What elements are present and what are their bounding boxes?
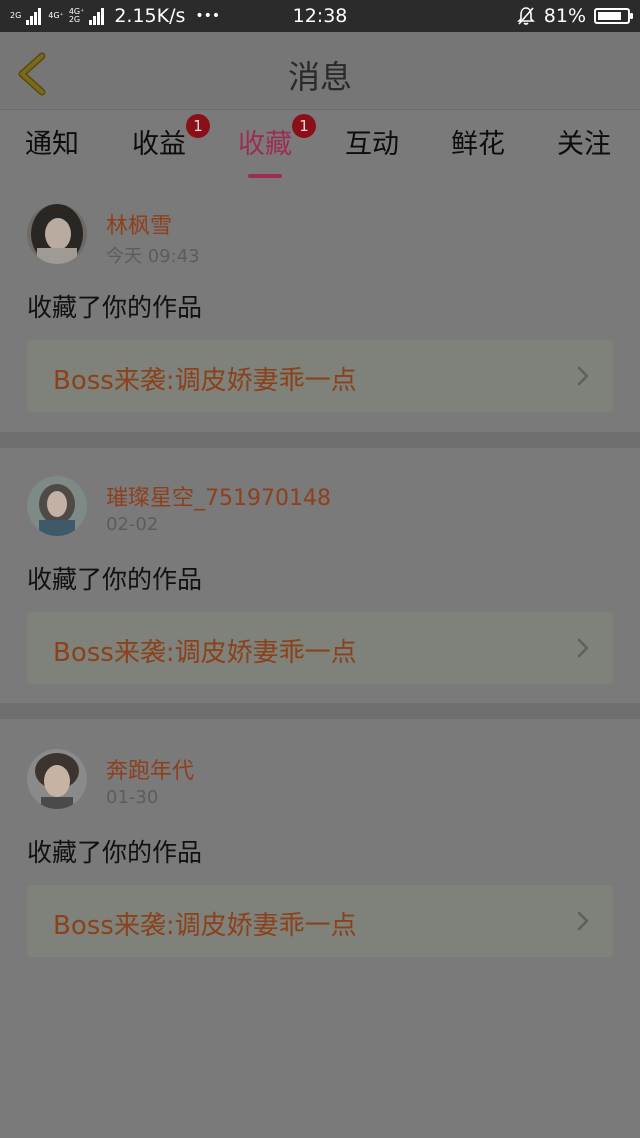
message-time: 今天 09:43 bbox=[106, 246, 200, 267]
username[interactable]: 璀璨星空_751970148 bbox=[106, 480, 331, 512]
unread-badge: 1 bbox=[292, 114, 316, 138]
avatar[interactable] bbox=[27, 476, 87, 536]
unread-badge: 1 bbox=[186, 114, 210, 138]
tab-flowers[interactable]: 鲜花 bbox=[451, 122, 505, 161]
tab-label: 收藏 bbox=[238, 129, 292, 160]
tab-notifications[interactable]: 通知 bbox=[25, 122, 79, 161]
page-title: 消息 bbox=[287, 58, 352, 96]
chevron-right-icon bbox=[577, 638, 589, 658]
tab-bar: 通知 收益 1 收藏 1 互动 鲜花 关注 bbox=[0, 110, 640, 178]
tab-favorites[interactable]: 收藏 1 bbox=[238, 114, 316, 178]
battery-percent: 81% bbox=[543, 5, 586, 27]
tab-follows[interactable]: 关注 bbox=[557, 122, 611, 161]
battery-icon bbox=[594, 8, 633, 24]
chevron-right-icon bbox=[577, 911, 589, 931]
message-action: 收藏了你的作品 bbox=[27, 838, 203, 867]
tab-earnings[interactable]: 收益 1 bbox=[132, 114, 210, 161]
work-title: Boss来袭:调皮娇妻乖一点 bbox=[53, 638, 357, 668]
message-card: 奔跑年代 01-30 收藏了你的作品 Boss来袭:调皮娇妻乖一点 bbox=[0, 719, 640, 977]
avatar[interactable] bbox=[27, 749, 87, 809]
tab-interactions[interactable]: 互动 bbox=[345, 122, 399, 161]
divider bbox=[0, 703, 640, 719]
status-right: 81% bbox=[516, 0, 633, 32]
tab-label: 通知 bbox=[25, 129, 79, 160]
message-time: 01-30 bbox=[106, 787, 159, 808]
username[interactable]: 奔跑年代 bbox=[106, 753, 194, 785]
message-action: 收藏了你的作品 bbox=[27, 565, 203, 594]
tab-label: 收益 bbox=[132, 129, 186, 160]
message-card: 璀璨星空_751970148 02-02 收藏了你的作品 Boss来袭:调皮娇妻… bbox=[0, 448, 640, 703]
work-title: Boss来袭:调皮娇妻乖一点 bbox=[53, 366, 357, 396]
message-time: 02-02 bbox=[106, 514, 159, 535]
divider bbox=[0, 432, 640, 448]
avatar[interactable] bbox=[27, 204, 87, 264]
message-action: 收藏了你的作品 bbox=[27, 293, 203, 322]
app-header: 消息 bbox=[0, 32, 640, 110]
tab-label: 关注 bbox=[557, 129, 611, 160]
work-link[interactable]: Boss来袭:调皮娇妻乖一点 bbox=[27, 612, 613, 684]
active-tab-indicator bbox=[248, 174, 282, 178]
message-card: 林枫雪 今天 09:43 收藏了你的作品 Boss来袭:调皮娇妻乖一点 bbox=[0, 180, 640, 432]
username[interactable]: 林枫雪 bbox=[106, 208, 172, 240]
work-link[interactable]: Boss来袭:调皮娇妻乖一点 bbox=[27, 340, 613, 412]
chevron-right-icon bbox=[577, 366, 589, 386]
battery-fill bbox=[598, 12, 621, 20]
mute-bell-icon bbox=[516, 7, 535, 25]
tab-label: 互动 bbox=[345, 129, 399, 160]
work-title: Boss来袭:调皮娇妻乖一点 bbox=[53, 911, 357, 941]
tab-label: 鲜花 bbox=[451, 129, 505, 160]
work-link[interactable]: Boss来袭:调皮娇妻乖一点 bbox=[27, 885, 613, 957]
status-bar: 2G 4G⁺ 4G⁺ 2G 2.15K/s ••• 12:38 81% bbox=[0, 0, 640, 32]
